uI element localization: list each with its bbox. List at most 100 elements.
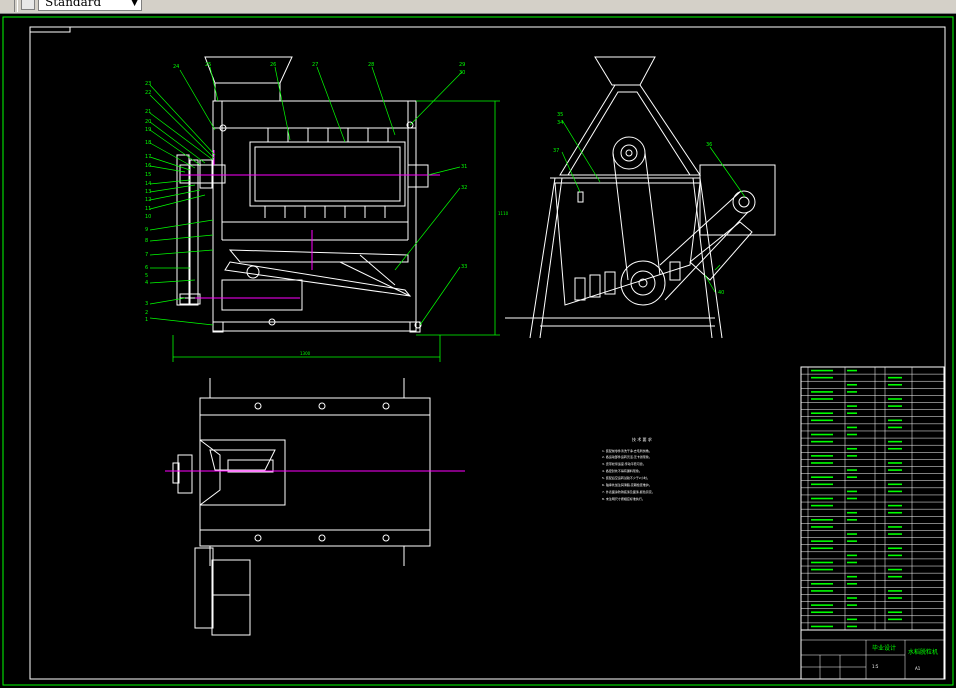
parts-list-cell-text — [847, 604, 857, 606]
parts-list-cell-text — [847, 447, 857, 450]
parts-list-cell-text — [811, 504, 833, 507]
callout-32: 32 — [461, 185, 467, 191]
callout-23: 23 — [145, 81, 151, 87]
parts-list-cell-text — [888, 590, 902, 592]
callout-36: 36 — [706, 142, 712, 148]
parts-list-cell-text — [847, 497, 857, 500]
callout-15: 15 — [145, 172, 151, 178]
callout-35: 35 — [557, 112, 563, 118]
parts-list-cell-text — [847, 469, 857, 471]
parts-list-cell-text — [847, 575, 857, 578]
parts-list-cell-text — [847, 511, 857, 514]
parts-list-cell-text — [888, 469, 902, 471]
callout-6: 6 — [145, 265, 148, 271]
callout-10: 10 — [145, 214, 151, 220]
parts-list-cell-text — [847, 369, 857, 372]
project-name: 毕业设计 — [872, 644, 896, 652]
note-line-7: 7. 外表面涂防锈底漆及面漆,颜色另定。 — [602, 489, 655, 494]
parts-list-cell-text — [888, 526, 902, 528]
parts-list-cell-text — [888, 462, 902, 464]
callout-26: 26 — [270, 62, 276, 68]
callout-2: 2 — [145, 310, 148, 316]
parts-list-cell-text — [888, 490, 902, 493]
parts-list-cell-text — [811, 369, 833, 372]
callout-16: 16 — [145, 163, 151, 169]
callout-1: 1 — [145, 317, 148, 323]
parts-list-cell-text — [847, 519, 857, 521]
text-style-dropdown[interactable]: Standard ▼ — [38, 0, 142, 11]
parts-list-cell-text — [847, 597, 857, 599]
parts-list-cell-text — [847, 625, 857, 628]
parts-list-cell-text — [888, 597, 902, 599]
parts-list-cell-text — [811, 625, 833, 628]
parts-list-cell-text — [888, 426, 902, 429]
parts-list-cell-text — [847, 540, 857, 542]
parts-list-cell-text — [811, 583, 833, 585]
note-line-4: 4. 各密封处不得有漏料现象。 — [602, 468, 642, 473]
callout-34: 34 — [557, 120, 563, 126]
drawing-scale: 1:5 — [872, 664, 879, 669]
parts-list-cell-text — [847, 533, 857, 535]
callout-27: 27 — [312, 62, 318, 68]
parts-list-cell-text — [888, 547, 902, 550]
frame-tab — [29, 26, 71, 33]
parts-list-cell-text — [888, 383, 902, 386]
parts-list-cell-text — [847, 476, 857, 478]
callout-5: 5 — [145, 273, 148, 279]
parts-list-cell-text — [847, 455, 857, 457]
top-view — [172, 378, 431, 636]
parts-list-cell-text — [888, 419, 902, 422]
callout-31: 31 — [461, 164, 467, 170]
text-style-value: Standard — [45, 0, 102, 9]
callout-24: 24 — [173, 64, 179, 70]
parts-list-cell-text — [888, 568, 902, 571]
parts-list-cell-text — [888, 483, 902, 486]
parts-list-cell-text — [847, 412, 857, 415]
parts-list-cell-text — [847, 554, 857, 557]
callout-13: 13 — [145, 189, 151, 195]
parts-list-cell-text — [811, 497, 833, 500]
parts-list-cell-text — [847, 426, 857, 429]
front-width-dimension: 1300 — [300, 351, 311, 356]
parts-list-cell-text — [811, 483, 833, 486]
parts-list-cell-text — [811, 604, 833, 606]
note-line-6: 6. 轴承处加注润滑脂,定期检查维护。 — [602, 482, 652, 487]
note-line-5: 5. 装配后空运转试验不少于2小时。 — [602, 475, 650, 480]
parts-list-cell-text — [811, 547, 833, 550]
parts-list-cell-text — [811, 611, 833, 614]
callout-28: 28 — [368, 62, 374, 68]
front-view-leaders — [149, 66, 463, 326]
callout-9: 9 — [145, 227, 148, 233]
parts-list-cell-text — [847, 561, 857, 564]
text-style-icon[interactable] — [21, 0, 35, 10]
parts-list-cell-text — [888, 618, 902, 621]
technical-notes: 技 术 要 求 1. 装配前零件清洗干净,去毛刺倒角。 2. 各运动部件运转灵活… — [602, 436, 655, 501]
title-block: 毕业设计 水稻脱粒机 1:5 A1 — [800, 629, 945, 680]
parts-list-cell-text — [811, 476, 833, 478]
callout-29: 29 — [459, 62, 465, 68]
parts-list-cell-text — [888, 398, 902, 400]
parts-list-cell-text — [811, 433, 833, 436]
callout-21: 21 — [145, 109, 151, 115]
parts-list-cell-text — [888, 504, 902, 507]
callout-22: 22 — [145, 90, 151, 96]
parts-list-cell-text — [888, 447, 902, 450]
parts-list-cell-text — [888, 440, 902, 443]
front-view — [176, 56, 429, 333]
cad-drawing-canvas[interactable]: 1300 1110 24 25 26 27 28 29 30 23 22 21 … — [0, 14, 956, 688]
parts-list-cell-text — [811, 540, 833, 542]
parts-list-cell-text — [811, 455, 833, 457]
callout-20: 20 — [145, 119, 151, 125]
parts-list-cell-text — [811, 412, 833, 415]
callout-19: 19 — [145, 127, 151, 133]
parts-list-cell-text — [811, 568, 833, 571]
callout-8: 8 — [145, 238, 148, 244]
parts-list-cell-text — [847, 391, 857, 393]
parts-list-cell-text — [847, 618, 857, 621]
parts-list-cell-text — [888, 376, 902, 379]
side-view — [505, 56, 776, 339]
parts-list-cell-text — [847, 583, 857, 585]
parts-list-cell-text — [888, 611, 902, 614]
front-height-dimension: 1110 — [498, 211, 509, 216]
callout-14: 14 — [145, 181, 151, 187]
